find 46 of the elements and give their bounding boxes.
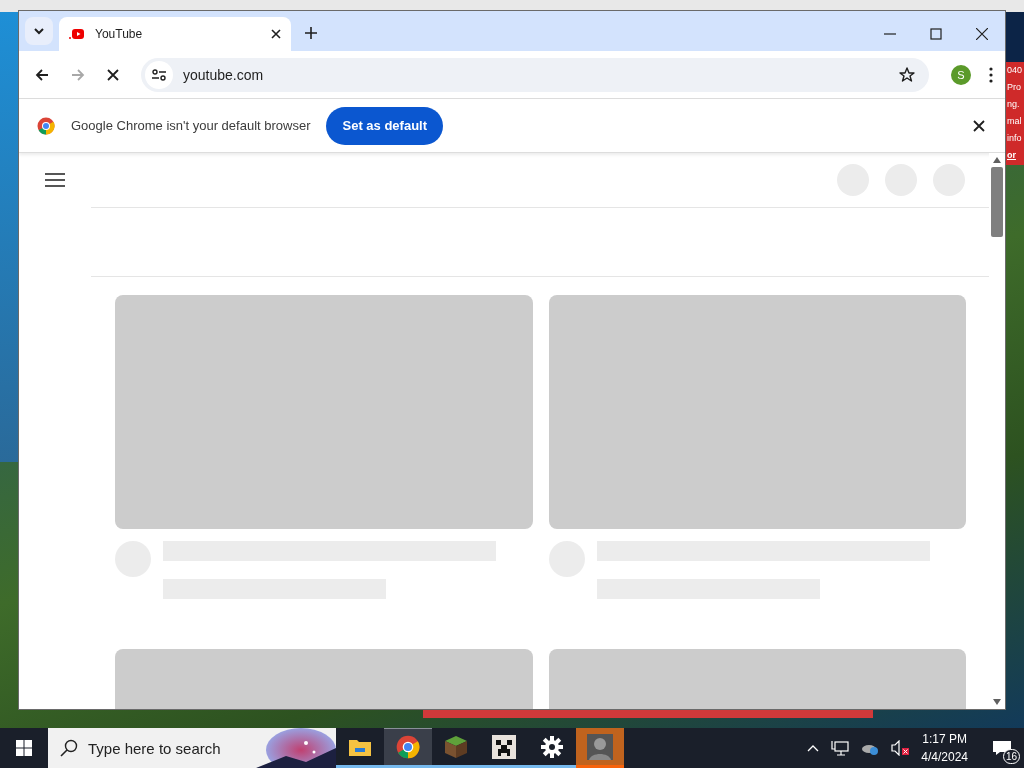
stop-icon[interactable] (107, 68, 119, 81)
set-default-button[interactable]: Set as default (326, 106, 443, 145)
star-icon[interactable] (899, 66, 915, 83)
chevron-up-icon[interactable] (807, 744, 820, 752)
speaker-muted-icon[interactable] (891, 740, 910, 756)
folder-icon (349, 737, 371, 756)
clock-time[interactable]: 1:17 PM (922, 730, 967, 748)
infobar-message: Google Chrome isn't your default browser (71, 118, 311, 133)
youtube-icon (69, 28, 85, 40)
text-fragment: ng. (1007, 98, 1021, 111)
search-icon (60, 739, 78, 757)
close-icon[interactable] (271, 29, 281, 39)
windows-logo-icon (16, 740, 32, 756)
maximize-icon[interactable] (930, 28, 942, 40)
text-fragment: info (1007, 132, 1023, 145)
close-icon[interactable] (973, 119, 985, 132)
scroll-down-icon[interactable] (993, 699, 1001, 705)
settings-icon (541, 735, 563, 758)
notification-count: 16 (1002, 749, 1020, 764)
tab-search-button[interactable] (25, 17, 53, 45)
tab-title: YouTube (95, 27, 144, 41)
chrome-logo-icon (396, 734, 420, 759)
search-input[interactable]: Type here to search (88, 739, 238, 757)
network-icon[interactable] (831, 740, 850, 756)
new-tab-icon[interactable] (305, 27, 317, 39)
site-settings-icon[interactable] (152, 68, 166, 81)
notification-center-button[interactable]: 16 (980, 728, 1024, 768)
creeper-icon (492, 734, 516, 759)
chrome-logo-icon (37, 116, 55, 135)
chevron-icon (33, 25, 45, 37)
text-fragment: Pro (1007, 81, 1022, 94)
scroll-up-icon[interactable] (993, 157, 1001, 163)
taskbar-app[interactable] (384, 728, 432, 768)
text-fragment: 040 (1007, 64, 1024, 77)
menu-icon[interactable] (45, 172, 65, 188)
scrollbar-thumb[interactable] (991, 167, 1003, 237)
back-arrow-icon[interactable] (35, 67, 49, 82)
text-fragment: or (1007, 149, 1017, 162)
menu-icon[interactable] (989, 66, 993, 83)
text-fragment: mal (1007, 115, 1023, 128)
clock-date[interactable]: 4/4/2024 (921, 748, 968, 766)
grass-block-icon (444, 734, 468, 759)
close-icon[interactable] (976, 28, 988, 40)
browser-tab[interactable]: YouTube (59, 17, 291, 51)
taskbar-search-field[interactable]: Type here to search (48, 728, 336, 768)
address-bar[interactable]: youtube.com (141, 57, 929, 92)
